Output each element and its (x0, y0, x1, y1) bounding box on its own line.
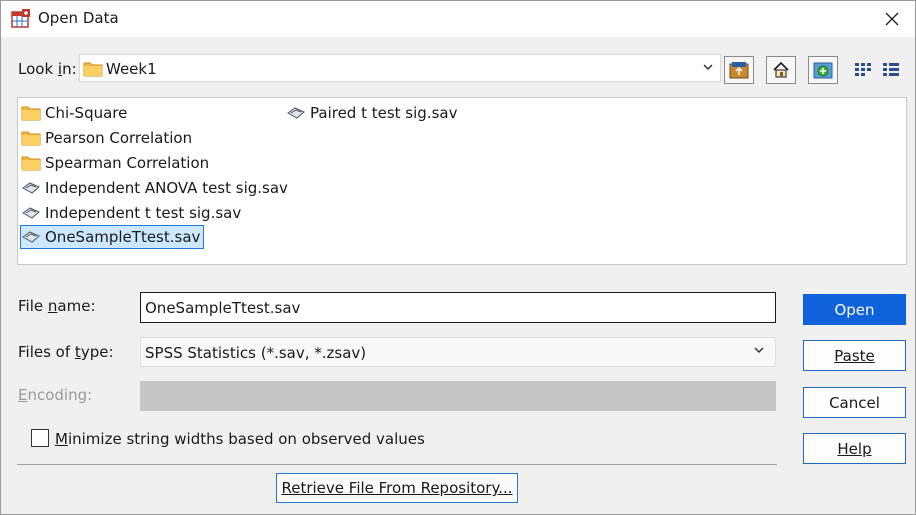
up-one-level-button[interactable] (724, 56, 754, 84)
list-item[interactable]: Independent t test sig.sav (21, 202, 244, 224)
title-bar: Open Data (1, 1, 915, 37)
sav-file-icon (286, 103, 308, 123)
new-folder-button[interactable] (808, 56, 838, 84)
open-button[interactable]: Open (803, 294, 906, 325)
look-in-dropdown[interactable]: Week1 (79, 54, 721, 82)
folder-icon (21, 128, 43, 148)
open-button-label: Open (834, 300, 875, 319)
look-in-label: Look in: (18, 60, 77, 78)
file-list[interactable]: Chi-Square Pearson Correlation Spearman … (17, 97, 907, 265)
cancel-button-label: Cancel (829, 393, 880, 412)
list-item-label: Spearman Correlation (45, 154, 210, 172)
help-button-label: Help (837, 439, 872, 458)
cancel-button[interactable]: Cancel (803, 387, 906, 418)
divider (17, 464, 777, 465)
home-button[interactable] (766, 56, 796, 84)
file-name-value: OneSampleTtest.sav (145, 299, 301, 317)
window-title: Open Data (38, 9, 119, 27)
open-data-dialog: Open Data Look in: Week1 Chi-Square Pear… (0, 0, 916, 515)
folder-icon (21, 103, 43, 123)
file-name-input[interactable]: OneSampleTtest.sav (140, 292, 776, 323)
sav-file-icon (21, 227, 43, 247)
list-item[interactable]: Spearman Correlation (21, 152, 212, 174)
retrieve-button-label: Retrieve File From Repository... (281, 479, 513, 497)
look-in-value: Week1 (106, 60, 157, 78)
home-icon (773, 61, 789, 78)
paste-button[interactable]: Paste (803, 340, 906, 371)
sav-file-icon (21, 178, 43, 198)
chevron-down-icon (754, 347, 764, 354)
sav-file-icon (21, 203, 43, 223)
details-view-button[interactable] (880, 59, 902, 81)
minimize-string-widths-checkbox[interactable] (31, 429, 49, 447)
list-item[interactable]: Paired t test sig.sav (286, 102, 460, 124)
list-item-selected[interactable]: OneSampleTtest.sav (19, 225, 205, 249)
files-of-type-select[interactable]: SPSS Statistics (*.sav, *.zsav) (140, 337, 776, 367)
close-icon (885, 12, 899, 26)
files-of-type-label: Files of type: (18, 343, 114, 361)
list-item-label: Independent ANOVA test sig.sav (45, 179, 288, 197)
retrieve-file-from-repository-button[interactable]: Retrieve File From Repository... (276, 473, 518, 503)
details-view-icon (883, 63, 899, 76)
folder-icon (83, 62, 103, 77)
list-item-label: OneSampleTtest.sav (43, 228, 204, 246)
list-view-button[interactable] (852, 59, 874, 81)
help-button[interactable]: Help (803, 433, 906, 464)
paste-button-label: Paste (834, 346, 875, 365)
folder-icon (21, 153, 43, 173)
new-folder-icon (813, 62, 833, 79)
close-button[interactable] (869, 1, 915, 37)
folder-up-icon (729, 62, 749, 79)
list-item[interactable]: Independent ANOVA test sig.sav (21, 177, 291, 199)
minimize-string-widths-label: Minimize string widths based on observed… (55, 430, 425, 448)
list-item-label: Paired t test sig.sav (310, 104, 458, 122)
list-item[interactable]: Pearson Correlation (21, 127, 195, 149)
list-item-label: Pearson Correlation (45, 129, 193, 147)
list-view-icon (855, 63, 871, 76)
list-item-label: Independent t test sig.sav (45, 204, 242, 222)
chevron-down-icon (703, 64, 713, 71)
files-of-type-value: SPSS Statistics (*.sav, *.zsav) (145, 344, 367, 362)
encoding-select (140, 381, 776, 411)
list-item-label: Chi-Square (45, 104, 128, 122)
spss-app-icon (11, 9, 30, 28)
encoding-label: Encoding: (18, 386, 93, 404)
file-name-label: File name: (18, 297, 96, 315)
list-item[interactable]: Chi-Square (21, 102, 130, 124)
